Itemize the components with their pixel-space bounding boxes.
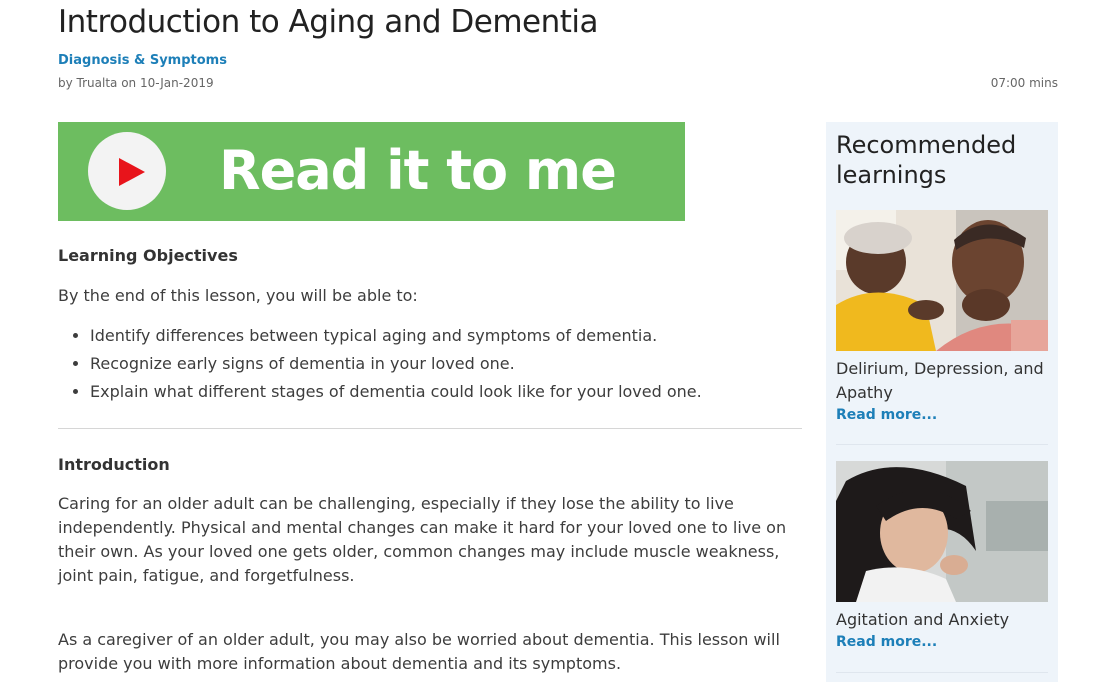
page-title: Introduction to Aging and Dementia xyxy=(58,4,599,40)
learning-objectives-heading: Learning Objectives xyxy=(58,246,238,265)
list-item: Identify differences between typical agi… xyxy=(90,322,830,350)
recommended-card[interactable]: Delirium, Depression, and Apathy Read mo… xyxy=(836,210,1048,423)
reading-duration: 07:00 mins xyxy=(990,76,1058,90)
card-thumbnail[interactable] xyxy=(836,210,1048,351)
card-title[interactable]: Agitation and Anxiety xyxy=(836,608,1048,632)
play-icon xyxy=(119,158,145,186)
play-button[interactable] xyxy=(88,132,166,210)
category-link[interactable]: Diagnosis & Symptoms xyxy=(58,53,227,68)
list-item: Recognize early signs of dementia in you… xyxy=(90,350,830,378)
list-item: Explain what different stages of dementi… xyxy=(90,378,830,406)
card-title[interactable]: Delirium, Depression, and Apathy xyxy=(836,357,1048,405)
author-byline: by Trualta on 10-Jan-2019 xyxy=(58,76,214,90)
read-more-link[interactable]: Read more... xyxy=(836,634,1048,650)
card-divider xyxy=(836,672,1048,673)
read-it-to-me-label: Read it to me xyxy=(219,139,617,202)
intro-paragraph-1: Caring for an older adult can be challen… xyxy=(58,494,787,585)
intro-paragraph-2: As a caregiver of an older adult, you ma… xyxy=(58,630,780,673)
objectives-list: Identify differences between typical agi… xyxy=(58,322,830,406)
objectives-intro: By the end of this lesson, you will be a… xyxy=(58,286,418,305)
recommended-heading: Recommended learnings xyxy=(836,131,1017,189)
card-thumbnail[interactable] xyxy=(836,461,1048,602)
card-divider xyxy=(836,444,1048,445)
introduction-heading: Introduction xyxy=(58,455,170,474)
section-divider xyxy=(58,428,802,429)
recommended-card[interactable]: Agitation and Anxiety Read more... xyxy=(836,461,1048,650)
recommended-sidebar: Recommended learnings Delirium, Depressi… xyxy=(826,122,1058,682)
read-more-link[interactable]: Read more... xyxy=(836,407,1048,423)
read-it-to-me-button[interactable]: Read it to me xyxy=(58,122,685,221)
